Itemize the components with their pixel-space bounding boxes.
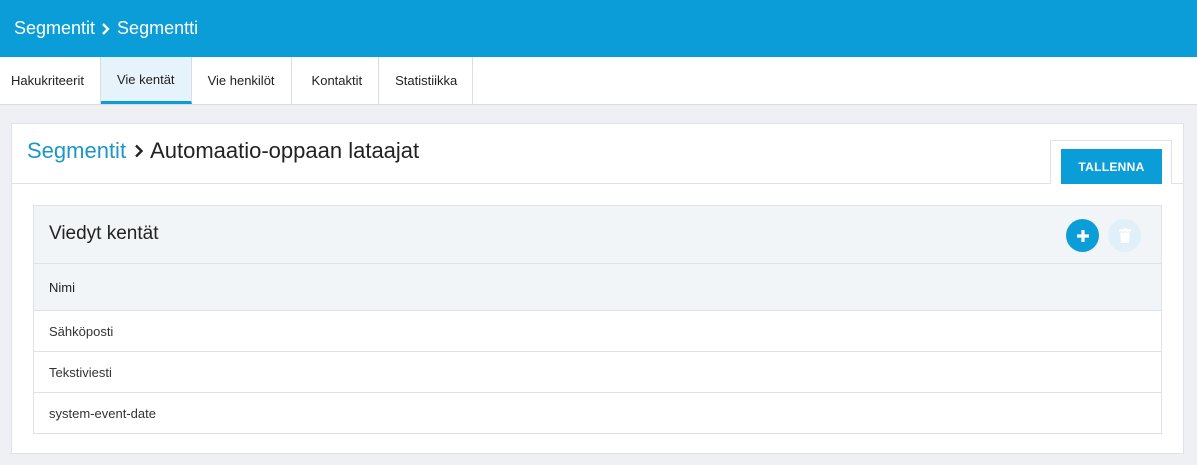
save-tab: TALLENNA xyxy=(1050,140,1172,184)
column-header-name[interactable]: Nimi xyxy=(34,264,1161,311)
tab-bar: Hakukriteerit Vie kentät Vie henkilöt Ko… xyxy=(0,57,1197,105)
topbar-crumb-current: Segmentti xyxy=(117,18,199,38)
trash-icon xyxy=(1118,228,1131,243)
chevron-right-icon xyxy=(134,144,144,158)
segment-card: Segmentit Automaatio-oppaan lataajat TAL… xyxy=(11,123,1184,454)
save-button[interactable]: TALLENNA xyxy=(1061,149,1162,184)
tab-hakukriteerit[interactable]: Hakukriteerit xyxy=(0,57,101,104)
chevron-right-icon xyxy=(101,22,110,35)
tab-kontaktit[interactable]: Kontaktit xyxy=(292,57,380,104)
breadcrumb-link-segmentit[interactable]: Segmentit xyxy=(27,138,126,164)
breadcrumb: Segmentit Automaatio-oppaan lataajat xyxy=(27,138,419,164)
table-row[interactable]: system-event-date xyxy=(34,393,1161,434)
page-title: Automaatio-oppaan lataajat xyxy=(150,138,420,163)
tab-statistiikka[interactable]: Statistiikka xyxy=(379,57,474,104)
card-header: Segmentit Automaatio-oppaan lataajat TAL… xyxy=(12,124,1183,184)
tab-vie-kentat[interactable]: Vie kentät xyxy=(100,57,192,104)
plus-icon xyxy=(1076,229,1090,243)
add-field-button[interactable] xyxy=(1066,219,1099,252)
exported-fields-panel: Viedyt kentät Nimi Sähköposti Tekstivies… xyxy=(33,205,1162,434)
tab-vie-henkilot[interactable]: Vie henkilöt xyxy=(192,57,292,104)
table-row[interactable]: Sähköposti xyxy=(34,311,1161,352)
top-bar: Segmentit Segmentti xyxy=(0,0,1197,57)
table-row[interactable]: Tekstiviesti xyxy=(34,352,1161,393)
delete-field-button[interactable] xyxy=(1108,219,1141,252)
panel-header: Viedyt kentät xyxy=(34,206,1161,264)
panel-title: Viedyt kentät xyxy=(49,223,159,244)
topbar-crumb-root[interactable]: Segmentit xyxy=(14,18,95,39)
